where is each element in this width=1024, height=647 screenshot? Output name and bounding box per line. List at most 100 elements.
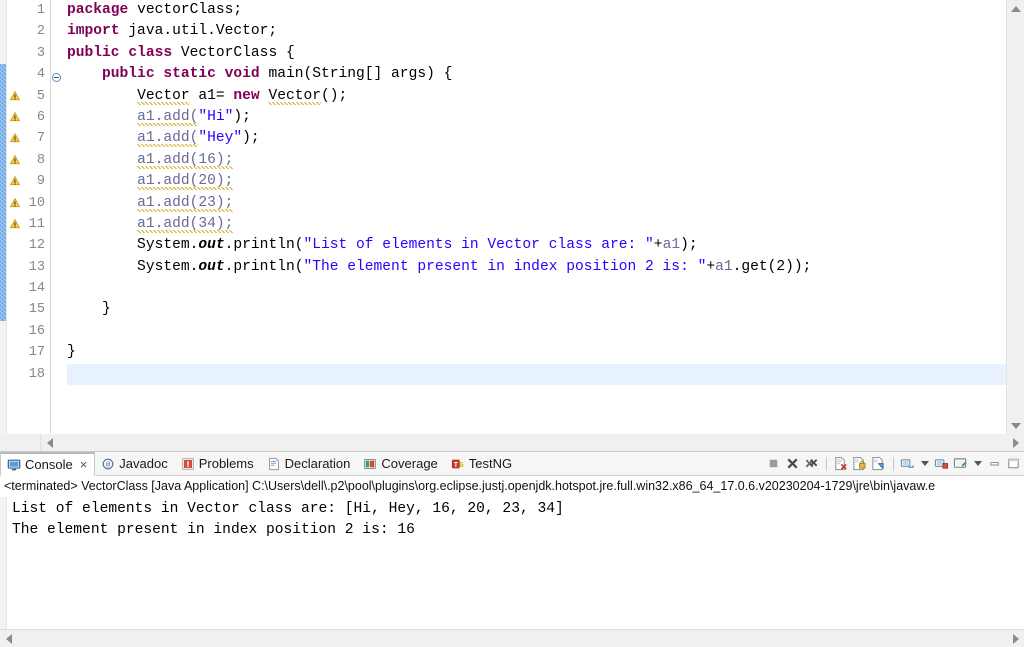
line-number: 8 xyxy=(23,150,45,171)
minimize-icon[interactable] xyxy=(987,456,1003,472)
tab-coverage[interactable]: Coverage xyxy=(357,452,444,475)
console-output-line: List of elements in Vector class are: [H… xyxy=(12,499,1024,520)
console-scroll-left-arrow-icon[interactable] xyxy=(0,630,17,647)
code-line[interactable] xyxy=(67,321,1006,342)
console-launch-label: <terminated> VectorClass [Java Applicati… xyxy=(0,476,1024,497)
code-token: "Hey" xyxy=(198,130,242,146)
scroll-up-arrow-icon[interactable] xyxy=(1007,0,1024,17)
code-token: a1.add(20); xyxy=(137,173,233,190)
code-token xyxy=(67,66,102,82)
code-token: "The element present in index position 2… xyxy=(303,259,706,275)
warning-marker-icon[interactable] xyxy=(8,154,22,168)
warning-marker-icon[interactable] xyxy=(8,218,22,232)
tab-console[interactable]: Console × xyxy=(0,452,95,476)
clear-console-icon[interactable] xyxy=(833,456,849,472)
code-line[interactable]: } xyxy=(67,299,1006,320)
scrollbar-corner xyxy=(0,434,41,451)
line-number: 17 xyxy=(23,342,45,363)
scroll-left-arrow-icon[interactable] xyxy=(41,434,58,451)
chevron-down-icon[interactable] xyxy=(921,461,929,466)
console-tab-bar[interactable]: Console × @JavadocProblems Declaration Cover… xyxy=(0,452,1024,476)
terminate-icon[interactable] xyxy=(766,456,782,472)
testng-icon: TG xyxy=(451,457,465,471)
console-horizontal-scrollbar[interactable] xyxy=(0,629,1024,647)
console-output-area[interactable]: List of elements in Vector class are: [H… xyxy=(0,497,1024,629)
tab-label: Declaration xyxy=(285,456,351,471)
code-token: Vector xyxy=(137,88,190,105)
editor-code-area[interactable]: package vectorClass;import java.util.Vec… xyxy=(64,0,1006,434)
chevron-down-icon[interactable] xyxy=(974,461,982,466)
code-token: vectorClass; xyxy=(128,2,242,18)
maximize-icon[interactable] xyxy=(1006,456,1022,472)
tab-problems[interactable]: Problems xyxy=(175,452,261,475)
line-number: 3 xyxy=(23,43,45,64)
tab-declaration[interactable]: Declaration xyxy=(261,452,358,475)
console-hscroll-track[interactable] xyxy=(17,630,1007,647)
open-console-icon[interactable] xyxy=(934,456,950,472)
toolbar-separator xyxy=(826,457,827,471)
editor-marker-column[interactable] xyxy=(7,0,23,434)
display-selected-console-icon[interactable] xyxy=(900,456,916,472)
warning-marker-icon[interactable] xyxy=(8,197,22,211)
line-number: 7 xyxy=(23,128,45,149)
remove-all-terminated-icon[interactable] xyxy=(804,456,820,472)
console-scroll-right-arrow-icon[interactable] xyxy=(1007,630,1024,647)
warning-marker-icon[interactable] xyxy=(8,175,22,189)
tab-label: TestNG xyxy=(469,456,512,471)
fold-collapse-icon[interactable] xyxy=(52,71,61,80)
tab-label: Console xyxy=(25,457,73,472)
scroll-right-arrow-icon[interactable] xyxy=(1007,434,1024,451)
code-line[interactable]: a1.add(16); xyxy=(67,150,1006,171)
code-token: System. xyxy=(67,237,198,253)
code-token: + xyxy=(706,259,715,275)
code-line[interactable]: a1.add("Hi"); xyxy=(67,107,1006,128)
editor-folding-column[interactable] xyxy=(51,0,64,434)
change-bar xyxy=(0,64,6,321)
code-token: class xyxy=(128,45,172,61)
code-line[interactable]: a1.add(23); xyxy=(67,193,1006,214)
code-token: a1 xyxy=(715,259,733,275)
warning-marker-icon[interactable] xyxy=(8,132,22,146)
code-line[interactable]: a1.add(34); xyxy=(67,214,1006,235)
code-line[interactable]: System.out.println("List of elements in … xyxy=(67,235,1006,256)
new-console-view-icon[interactable] xyxy=(953,456,969,472)
toolbar-separator xyxy=(893,457,894,471)
scroll-lock-icon[interactable] xyxy=(852,456,868,472)
warning-marker-icon[interactable] xyxy=(8,111,22,125)
warning-marker-icon[interactable] xyxy=(8,90,22,104)
java-editor[interactable]: 123456789101112131415161718 package vect… xyxy=(0,0,1024,434)
line-number: 16 xyxy=(23,321,45,342)
line-number: 4 xyxy=(23,64,45,85)
code-line[interactable]: package vectorClass; xyxy=(67,0,1006,21)
code-line[interactable]: public static void main(String[] args) { xyxy=(67,64,1006,85)
code-token xyxy=(216,66,225,82)
close-icon[interactable]: × xyxy=(80,457,88,472)
code-line[interactable]: } xyxy=(67,342,1006,363)
code-line[interactable]: System.out.println("The element present … xyxy=(67,257,1006,278)
code-line[interactable]: a1.add("Hey"); xyxy=(67,128,1006,149)
code-line[interactable]: import java.util.Vector; xyxy=(67,21,1006,42)
code-token xyxy=(67,109,137,125)
console-toolbar[interactable] xyxy=(766,452,1024,475)
remove-launch-icon[interactable] xyxy=(785,456,801,472)
editor-horizontal-scrollbar[interactable] xyxy=(0,434,1024,451)
code-line[interactable] xyxy=(67,364,1006,385)
tab-testng[interactable]: TG TestNG xyxy=(445,452,519,475)
code-token xyxy=(67,88,137,104)
problems-icon xyxy=(181,457,195,471)
code-token: out xyxy=(198,259,224,275)
code-token: a1= xyxy=(190,88,234,104)
code-token: } xyxy=(67,301,111,317)
code-line[interactable] xyxy=(67,278,1006,299)
code-line[interactable]: Vector a1= new Vector(); xyxy=(67,86,1006,107)
editor-vertical-scrollbar[interactable] xyxy=(1006,0,1024,434)
pin-console-icon[interactable] xyxy=(871,456,887,472)
editor-hscroll-track[interactable] xyxy=(58,434,1007,451)
tab-javadoc[interactable]: @Javadoc xyxy=(95,452,174,475)
code-line[interactable]: public class VectorClass { xyxy=(67,43,1006,64)
scroll-down-arrow-icon[interactable] xyxy=(1007,417,1024,434)
editor-change-strip xyxy=(0,0,7,434)
editor-line-numbers: 123456789101112131415161718 xyxy=(23,0,51,434)
code-token: ); xyxy=(242,130,260,146)
code-line[interactable]: a1.add(20); xyxy=(67,171,1006,192)
